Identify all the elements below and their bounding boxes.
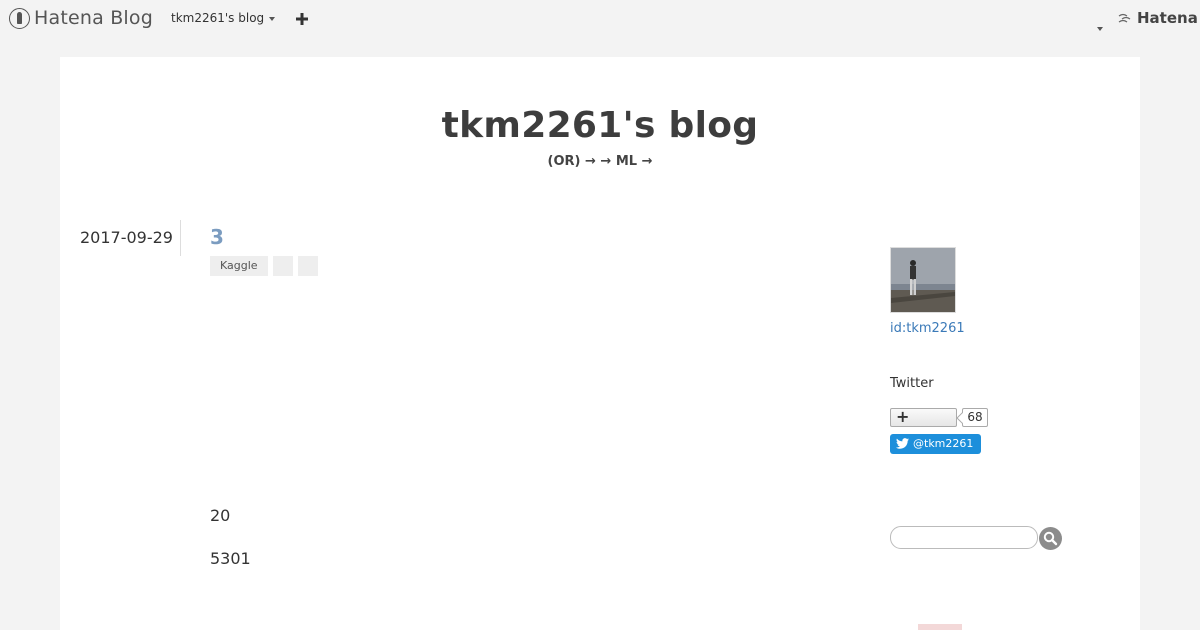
caret-down-icon xyxy=(1097,27,1103,31)
blog-description: (OR) → → ML → xyxy=(547,154,653,169)
hatena-mark-icon xyxy=(1118,13,1131,23)
brand-label: Hatena Blog xyxy=(34,7,153,29)
search-input[interactable] xyxy=(890,526,1038,549)
blog-switcher-menu[interactable]: tkm2261's blog xyxy=(171,11,276,25)
profile-id-link[interactable]: id:tkm2261 xyxy=(890,321,965,336)
plus-icon: + xyxy=(896,407,910,426)
search-icon xyxy=(1043,531,1058,546)
blog-title[interactable]: tkm2261's blog xyxy=(60,105,1140,146)
profile-avatar[interactable] xyxy=(890,247,956,313)
date-divider xyxy=(180,220,181,256)
search-button[interactable] xyxy=(1039,527,1062,550)
plus-icon xyxy=(296,13,308,25)
hatena-logo-label: Hatena xyxy=(1137,9,1198,27)
entry-title[interactable]: 3 xyxy=(210,225,224,249)
hatena-logo-link[interactable]: Hatena xyxy=(1118,9,1198,27)
caret-down-icon xyxy=(269,16,276,21)
follow-blog-button[interactable]: + xyxy=(890,407,957,427)
twitter-handle: @tkm2261 xyxy=(913,437,974,450)
twitter-section-label: Twitter xyxy=(890,376,934,391)
blog-main-panel: tkm2261's blog (OR) → → ML → 2017-09-29 … xyxy=(60,57,1140,630)
entry-text-line: 20 xyxy=(210,506,231,525)
entry-date[interactable]: 2017-09-29 xyxy=(80,228,173,247)
category-tag[interactable]: Kaggle xyxy=(210,256,268,276)
category-tag[interactable] xyxy=(297,256,318,276)
account-menu-button[interactable] xyxy=(1095,16,1103,35)
twitter-bird-icon xyxy=(896,438,909,449)
new-post-button[interactable] xyxy=(296,9,310,27)
avatar-image xyxy=(891,248,955,312)
entry-text-line: 5301 xyxy=(210,549,251,568)
category-tag[interactable] xyxy=(272,256,293,276)
follower-count-value: 68 xyxy=(967,410,983,424)
hatena-blog-logo-icon xyxy=(9,7,30,29)
global-header: Hatena Blog tkm2261's blog Hatena xyxy=(0,0,1200,38)
blog-switcher-label: tkm2261's blog xyxy=(171,11,265,25)
hatena-blog-brand[interactable]: Hatena Blog xyxy=(9,6,153,30)
follower-count: 68 xyxy=(962,408,988,427)
twitter-follow-button[interactable]: @tkm2261 xyxy=(890,434,981,454)
sidebar-thumbnail[interactable] xyxy=(918,624,962,630)
entry-categories: Kaggle xyxy=(210,256,318,276)
